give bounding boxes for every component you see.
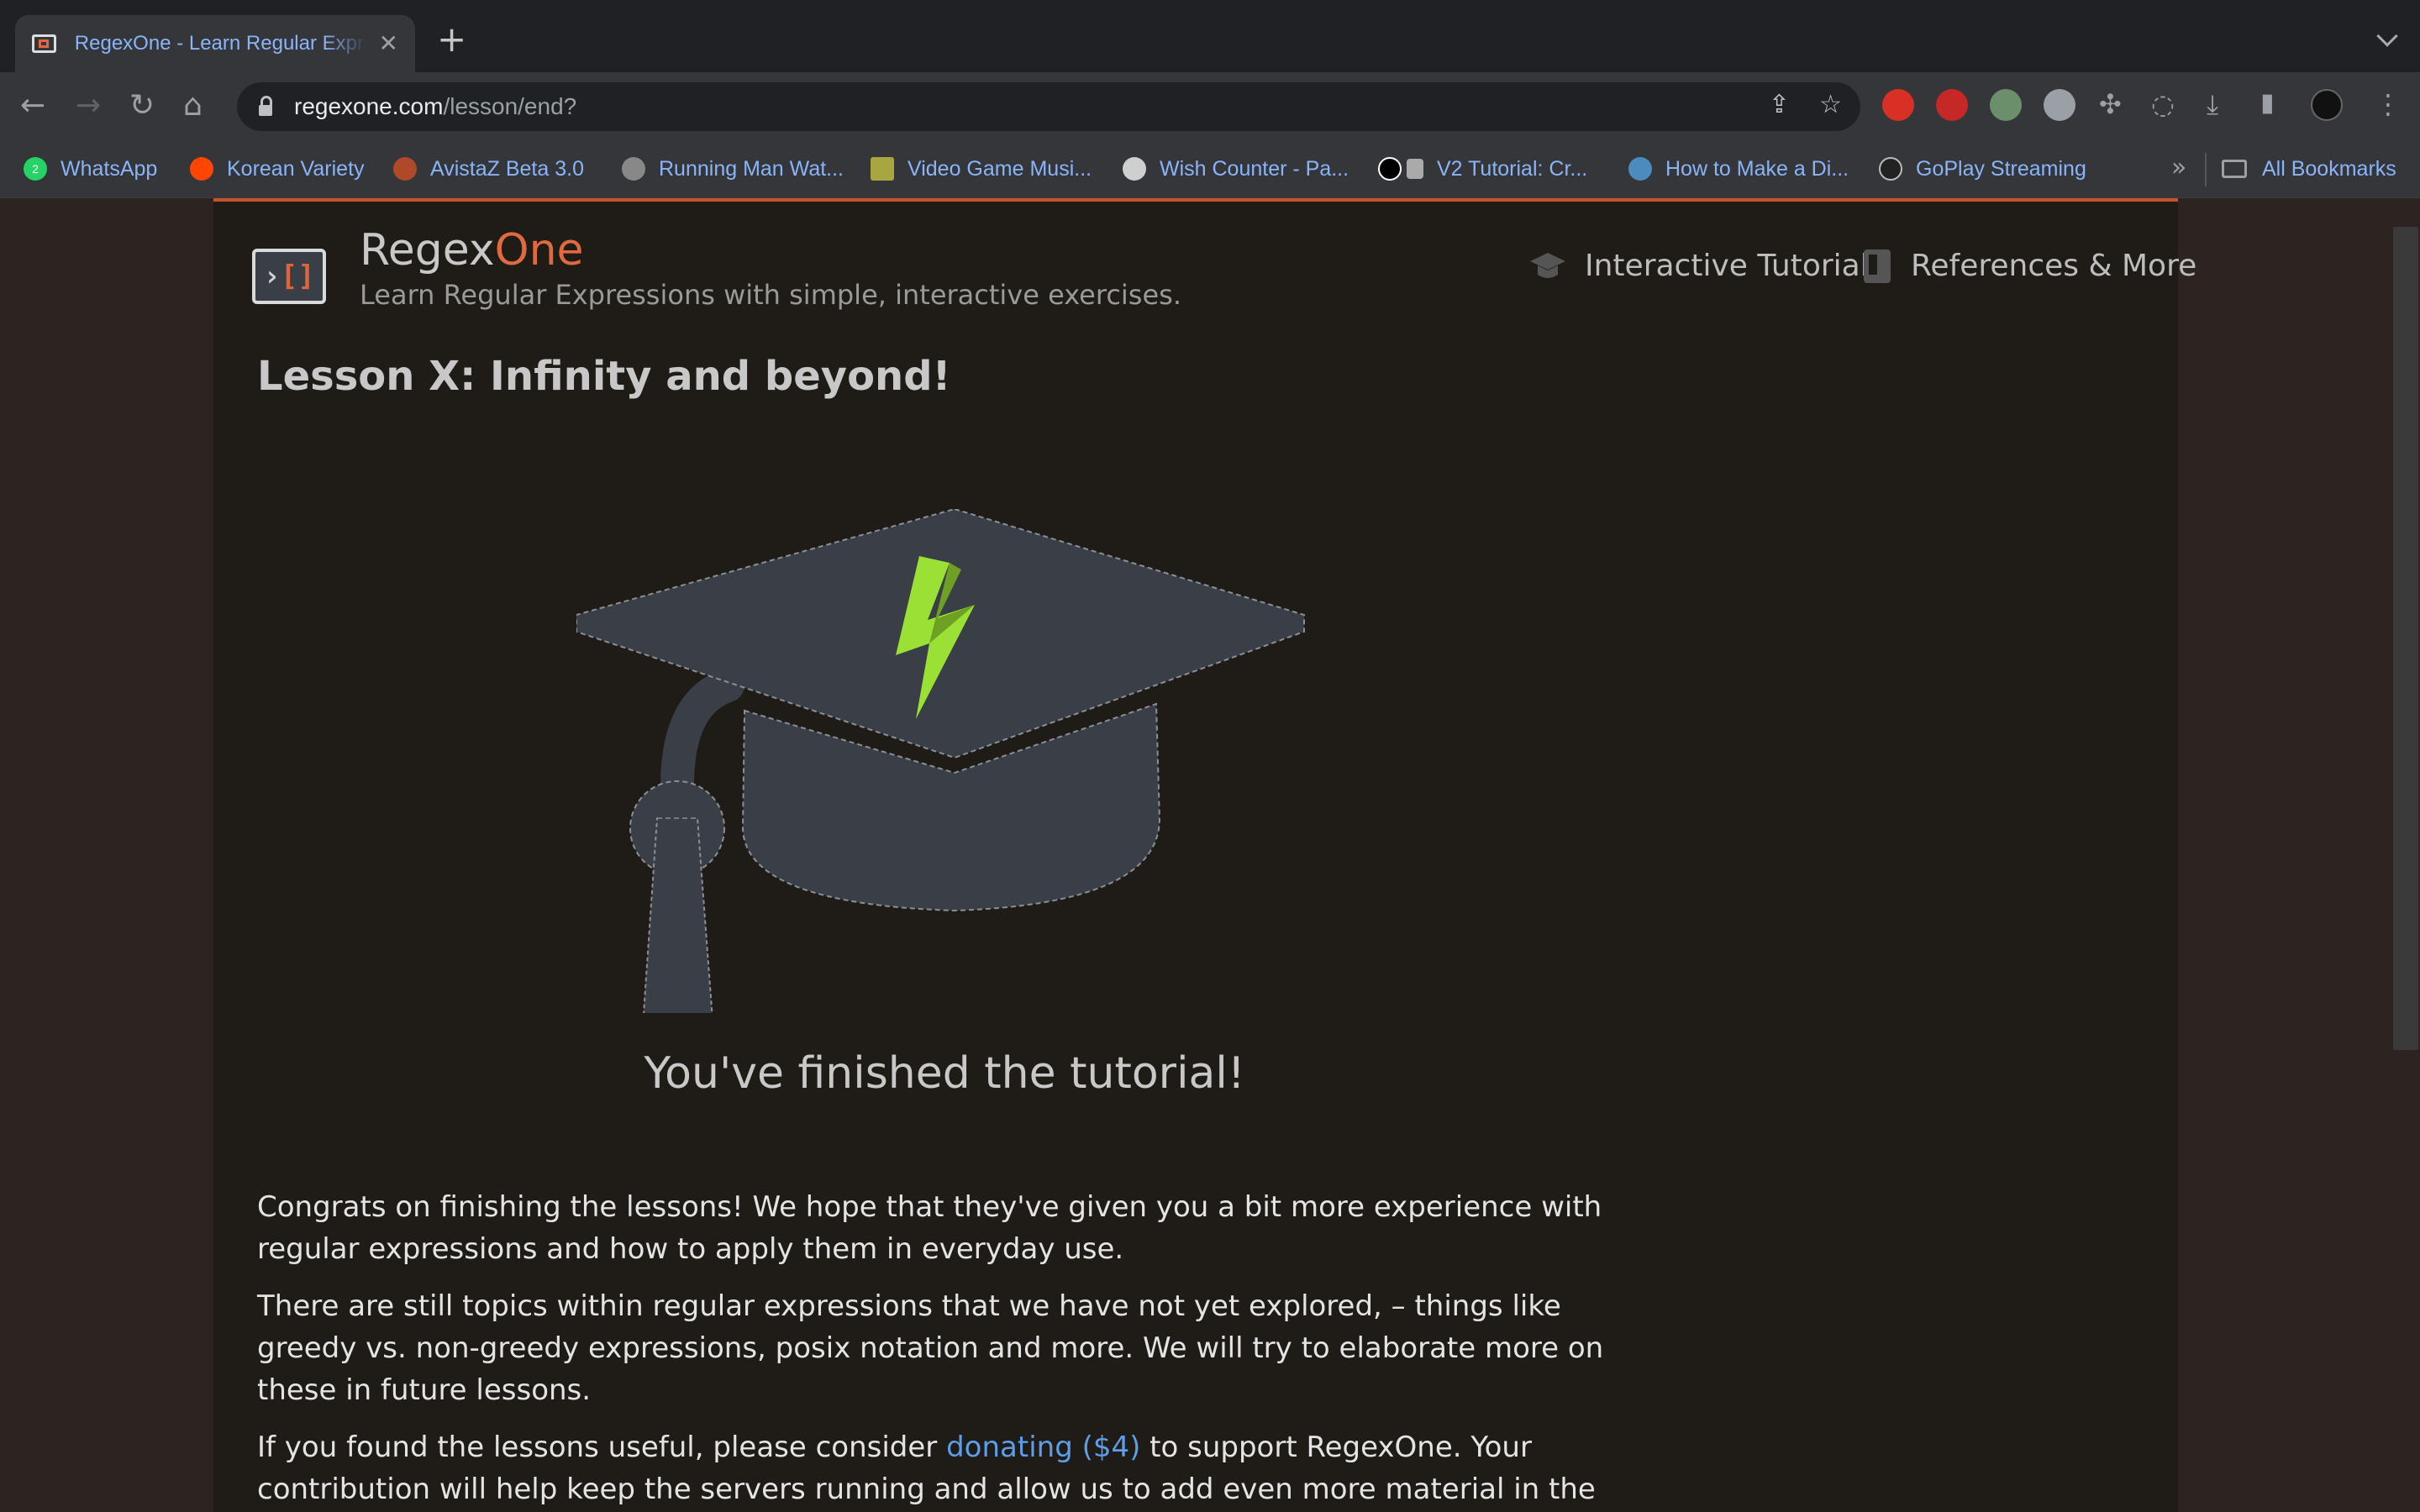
home-button[interactable]: ⌂	[183, 91, 203, 121]
avistaz-icon	[393, 157, 417, 181]
nav-interactive-tutorial[interactable]: Interactive Tutorial	[1529, 249, 1869, 283]
lesson-title: Lesson X: Infinity and beyond!	[257, 353, 951, 400]
download-icon[interactable]: ⤓	[2207, 91, 2218, 118]
reload-button[interactable]: ↻	[129, 91, 155, 121]
bookmark-running-man[interactable]: Running Man Wat...	[622, 155, 844, 183]
adblock-extension-icon[interactable]	[1882, 89, 1914, 121]
regexone-logo[interactable]: ›[]	[252, 249, 326, 304]
page-scrollbar[interactable]	[2391, 198, 2420, 1512]
share-icon[interactable]: ⇪	[1769, 92, 1790, 118]
profile-avatar[interactable]	[2311, 89, 2343, 121]
all-bookmarks-button[interactable]: All Bookmarks	[2222, 155, 2396, 183]
tab-title: RegexOne - Learn Regular Expressions wit…	[74, 32, 367, 55]
bookmark-avistaz[interactable]: AvistaZ Beta 3.0	[393, 155, 584, 183]
site-brand[interactable]: RegexOne	[360, 228, 584, 272]
graduation-cap-illustration	[576, 509, 1305, 1013]
bookmark-how-to-make[interactable]: How to Make a Di...	[1628, 155, 1849, 183]
paimon-icon	[1123, 157, 1146, 181]
whatsapp-icon: 2	[24, 157, 47, 181]
nav-references[interactable]: References & More	[1864, 249, 2196, 283]
bookmarks-bar: 2 WhatsApp Korean Variety AvistaZ Beta 3…	[0, 141, 2420, 198]
new-tab-button[interactable]: +	[437, 22, 466, 57]
tab-search-chevron-icon[interactable]	[2376, 25, 2398, 47]
goplay-icon	[1879, 157, 1902, 181]
active-tab[interactable]: RegexOne - Learn Regular Expressions wit…	[15, 15, 415, 72]
url-host: regexone.com	[294, 93, 444, 119]
paragraph-donate: If you found the lessons useful, please …	[257, 1431, 1596, 1506]
bookmark-wish-counter[interactable]: Wish Counter - Pa...	[1123, 155, 1349, 183]
lock-icon[interactable]	[259, 95, 272, 116]
donate-link[interactable]: donating ($4)	[946, 1431, 1140, 1464]
vgm-icon	[871, 157, 894, 181]
bookmark-video-game-music[interactable]: Video Game Musi...	[871, 155, 1092, 183]
glasses-extension-icon[interactable]	[2044, 89, 2075, 121]
puzzle-extensions-icon[interactable]: ✣	[2099, 91, 2122, 118]
content-container: ›[] RegexOne Learn Regular Expressions w…	[213, 202, 2196, 1512]
abp-extension-icon[interactable]	[1936, 89, 1968, 121]
bookmark-goplay[interactable]: GoPlay Streaming	[1879, 155, 2086, 183]
bookmarks-overflow-chevron-icon[interactable]: »	[2171, 153, 2186, 182]
tab-strip: RegexOne - Learn Regular Expressions wit…	[0, 0, 2420, 72]
paragraph-topics: There are still topics within regular ex…	[257, 1289, 1604, 1407]
page-viewport: ›[] RegexOne Learn Regular Expressions w…	[0, 198, 2420, 1512]
extension-icon[interactable]	[1990, 89, 2022, 121]
book-icon	[1864, 249, 1891, 283]
url-path: /lesson/end?	[443, 93, 577, 119]
bookmark-v2-tutorial[interactable]: V2 Tutorial: Cr...	[1378, 155, 1587, 183]
scrollbar-thumb[interactable]	[2393, 227, 2418, 1050]
regexone-favicon-icon	[32, 34, 56, 53]
forward-button[interactable]: →	[76, 91, 101, 121]
kebab-menu-icon[interactable]: ⋮	[2375, 91, 2402, 118]
tab-close-icon[interactable]: ✕	[379, 32, 398, 55]
ghost-icon	[1407, 159, 1423, 179]
browser-toolbar: ← → ↻ ⌂ regexone.com/lesson/end? ⇪ ☆ ✣ ◌…	[0, 72, 2420, 141]
medium-icon	[1378, 157, 1402, 181]
address-bar[interactable]: regexone.com/lesson/end? ⇪ ☆	[237, 82, 1860, 131]
folder-icon	[2222, 160, 2247, 178]
side-panel-icon[interactable]: ▮	[2260, 91, 2275, 116]
bookmark-korean-variety[interactable]: Korean Variety	[190, 155, 365, 183]
performance-icon[interactable]: ◌	[2151, 91, 2175, 118]
globe-icon	[622, 157, 645, 181]
bookmarks-divider	[2205, 153, 2207, 186]
reddit-icon	[190, 157, 213, 181]
site-tagline: Learn Regular Expressions with simple, i…	[360, 279, 1181, 311]
bookmark-star-icon[interactable]: ☆	[1819, 92, 1842, 118]
python-icon	[1628, 157, 1652, 181]
paragraph-congrats: Congrats on finishing the lessons! We ho…	[257, 1190, 1602, 1266]
graduation-cap-icon	[1530, 252, 1565, 278]
finished-heading: You've finished the tutorial!	[644, 1048, 1245, 1099]
back-button[interactable]: ←	[20, 91, 45, 121]
bookmark-whatsapp[interactable]: 2 WhatsApp	[24, 155, 157, 183]
